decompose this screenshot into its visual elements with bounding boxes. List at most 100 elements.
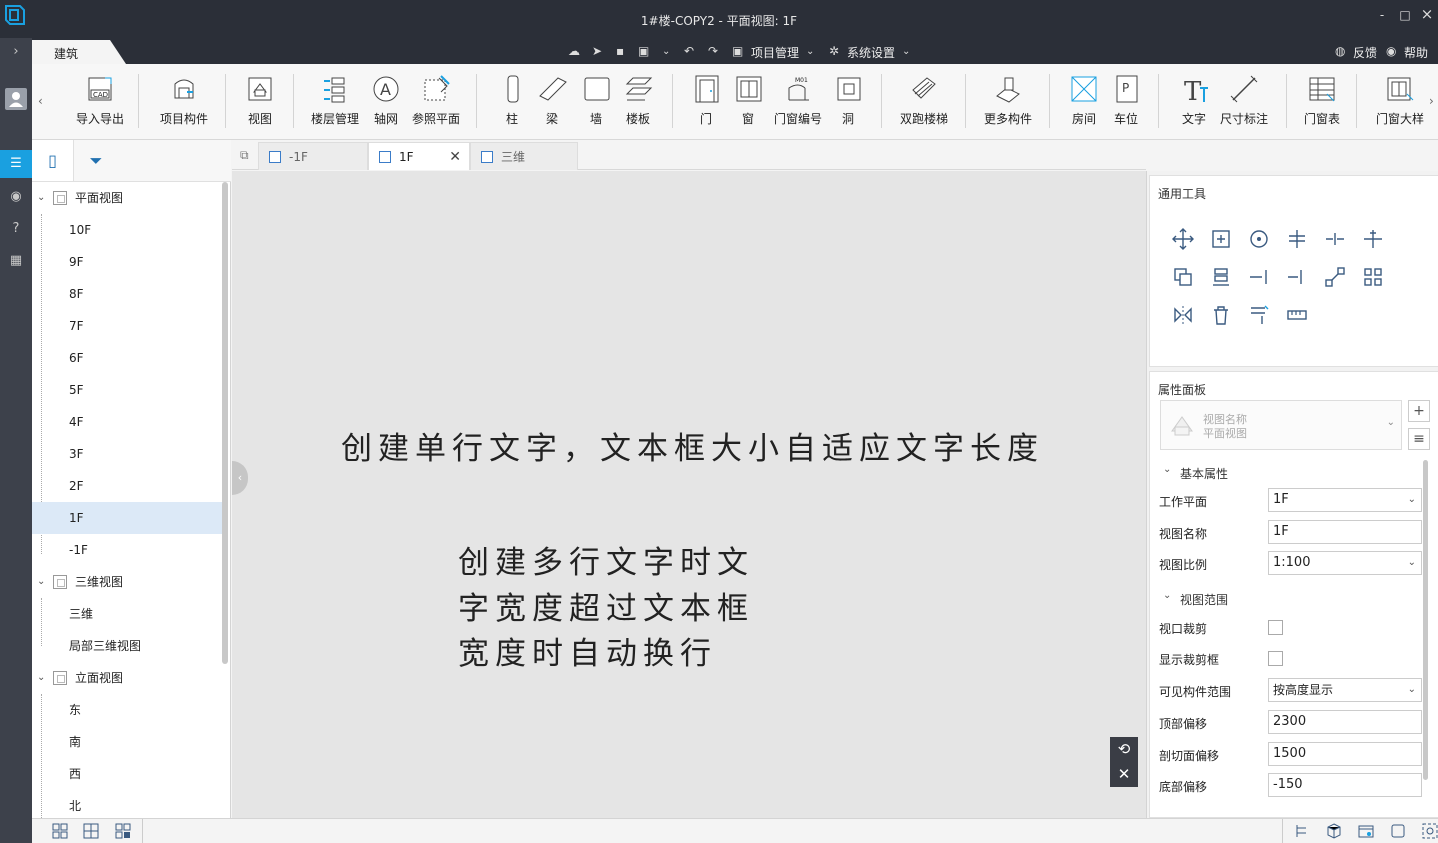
project-mgmt-menu[interactable]: 项目管理 xyxy=(751,44,799,61)
tree-item-floor[interactable]: 5F xyxy=(32,374,222,406)
chevron-down-icon[interactable]: ⌄ xyxy=(37,566,45,598)
filter-icon[interactable]: ⏷ xyxy=(75,140,117,181)
chevron-down-icon[interactable]: ⌄ xyxy=(37,182,45,214)
project-component-button[interactable]: 项目构件 xyxy=(156,74,212,138)
ribbon-scroll-right-icon[interactable]: › xyxy=(1429,94,1434,108)
chevron-down-icon[interactable]: ⌄ xyxy=(1163,464,1171,475)
properties-scrollbar[interactable] xyxy=(1423,460,1428,780)
maximize-button[interactable]: □ xyxy=(1396,8,1414,22)
doc-tab-minus1f[interactable]: -1F xyxy=(258,142,368,170)
tile-view-icon[interactable] xyxy=(83,823,99,839)
redo-icon[interactable]: ↷ xyxy=(708,44,718,58)
split-icon[interactable] xyxy=(1324,228,1346,250)
tree-item-floor[interactable]: -1F xyxy=(32,534,222,566)
tree-scrollbar[interactable] xyxy=(222,182,228,664)
tab-architecture[interactable]: 建筑 xyxy=(32,40,126,64)
multi-line-text-line[interactable]: 创建多行文字时文 xyxy=(458,537,754,582)
close-tab-icon[interactable]: ✕ xyxy=(449,143,461,171)
reset-view-icon[interactable]: ⟲ xyxy=(1110,737,1138,762)
close-button[interactable]: × xyxy=(1418,5,1436,23)
system-settings-menu[interactable]: 系统设置 xyxy=(847,44,895,61)
wall-button[interactable]: 墙 xyxy=(582,74,610,138)
floor-mgmt-button[interactable]: 楼层管理 xyxy=(310,74,360,138)
array-icon[interactable] xyxy=(1210,266,1232,288)
dropdown-chevron-icon[interactable]: ⌄ xyxy=(662,46,670,57)
list-menu-icon[interactable]: ≡ xyxy=(1408,428,1430,450)
tree-item-floor-selected[interactable]: 1F xyxy=(32,502,222,534)
collapse-panel-chevron-icon[interactable]: ‹ xyxy=(232,461,248,495)
ribbon-scroll-left-icon[interactable]: ‹ xyxy=(38,94,43,108)
tree-item-floor[interactable]: 10F xyxy=(32,214,222,246)
cascade-view-icon[interactable] xyxy=(115,823,131,839)
align-icon[interactable] xyxy=(1286,228,1308,250)
room-button[interactable]: 房间 xyxy=(1068,74,1100,138)
tree-item-floor[interactable]: 2F xyxy=(32,470,222,502)
tab-list-icon[interactable]: ⧉ xyxy=(240,148,249,163)
cut-plane-offset-input[interactable]: 1500 xyxy=(1268,742,1422,766)
save-icon[interactable]: ▪ xyxy=(616,44,624,58)
print-icon[interactable]: ▣ xyxy=(638,44,649,58)
single-line-text[interactable]: 创建单行文字，文本框大小自适应文字长度 xyxy=(341,423,1044,468)
door-window-table-button[interactable]: 门窗表 xyxy=(1302,74,1342,138)
tree-group-plan-views[interactable]: ⌄ 平面视图 xyxy=(32,182,222,214)
text-button[interactable]: T 文字 xyxy=(1180,74,1208,138)
view-button[interactable]: 视图 xyxy=(240,74,280,138)
tree-item-floor[interactable]: 8F xyxy=(32,278,222,310)
top-offset-input[interactable]: 2300 xyxy=(1268,710,1422,734)
delete-icon[interactable] xyxy=(1210,304,1232,326)
tree-item-elevation[interactable]: 东 xyxy=(32,694,222,726)
list-view-icon[interactable]: ☰ xyxy=(0,150,32,178)
connect-icon[interactable] xyxy=(1324,266,1346,288)
apps-grid-icon[interactable]: ▦ xyxy=(0,247,32,275)
view-scale-select[interactable]: 1:100 ⌄ xyxy=(1268,551,1422,575)
help-button[interactable]: 帮助 xyxy=(1404,44,1428,61)
tree-item-floor[interactable]: 3F xyxy=(32,438,222,470)
basic-properties-header[interactable]: 基本属性 xyxy=(1180,465,1228,482)
avatar[interactable] xyxy=(5,88,27,110)
tree-item-elevation[interactable]: 北 xyxy=(32,790,222,818)
multi-line-text-line[interactable]: 宽度时自动换行 xyxy=(458,628,717,673)
expand-chevron-icon[interactable]: › xyxy=(0,38,32,66)
rotate-icon[interactable] xyxy=(1248,228,1270,250)
tree-item-floor[interactable]: 4F xyxy=(32,406,222,438)
double-stair-button[interactable]: 双跑楼梯 xyxy=(896,74,952,138)
opening-button[interactable]: 洞 xyxy=(834,74,862,138)
minimize-button[interactable]: - xyxy=(1373,8,1391,22)
tree-structure-icon[interactable] xyxy=(1294,823,1310,839)
tree-item-elevation[interactable]: 南 xyxy=(32,726,222,758)
doc-tab-1f[interactable]: 1F ✕ xyxy=(368,142,470,170)
panel-layout-icon[interactable]: ▯ xyxy=(32,140,74,181)
doc-tab-3d[interactable]: 三维 xyxy=(470,142,578,170)
measure-icon[interactable] xyxy=(1286,304,1308,326)
move-icon[interactable] xyxy=(1172,228,1194,250)
help-circle-icon[interactable]: ? xyxy=(0,215,32,243)
render-view-icon[interactable] xyxy=(1358,823,1374,839)
trim-icon[interactable] xyxy=(1362,228,1384,250)
beam-button[interactable]: 梁 xyxy=(538,74,567,138)
feedback-button[interactable]: 反馈 xyxy=(1353,44,1377,61)
drawing-canvas[interactable]: 创建单行文字，文本框大小自适应文字长度 创建多行文字时文 字宽度超过文本框 宽度… xyxy=(232,171,1146,818)
undo-icon[interactable]: ↶ xyxy=(684,44,694,58)
multi-line-text-line[interactable]: 字宽度超过文本框 xyxy=(458,583,754,628)
axis-grid-button[interactable]: A 轴网 xyxy=(368,74,404,138)
tree-item-3d[interactable]: 三维 xyxy=(32,598,222,630)
view-name-input[interactable]: 1F xyxy=(1268,520,1422,544)
send-icon[interactable]: ➤ xyxy=(592,44,602,58)
tree-item-3d[interactable]: 局部三维视图 xyxy=(32,630,222,662)
extend-icon[interactable] xyxy=(1248,266,1270,288)
show-crop-frame-checkbox[interactable] xyxy=(1268,651,1283,666)
door-window-number-button[interactable]: M01 门窗编号 xyxy=(772,74,824,138)
slab-button[interactable]: 楼板 xyxy=(622,74,654,138)
window-button[interactable]: 窗 xyxy=(734,74,762,138)
door-window-detail-button[interactable]: 门窗大样 xyxy=(1374,74,1426,138)
solid-view-icon[interactable] xyxy=(1390,823,1406,839)
paint-icon[interactable] xyxy=(1248,304,1270,326)
add-view-icon[interactable]: + xyxy=(1408,400,1430,422)
column-button[interactable]: 柱 xyxy=(498,74,526,138)
ref-plane-button[interactable]: 参照平面 xyxy=(410,74,462,138)
offset-icon[interactable] xyxy=(1286,266,1308,288)
tree-item-floor[interactable]: 9F xyxy=(32,246,222,278)
dimension-button[interactable]: 尺寸标注 xyxy=(1218,74,1270,138)
tree-item-floor[interactable]: 7F xyxy=(32,310,222,342)
cube-icon[interactable] xyxy=(1326,823,1342,839)
